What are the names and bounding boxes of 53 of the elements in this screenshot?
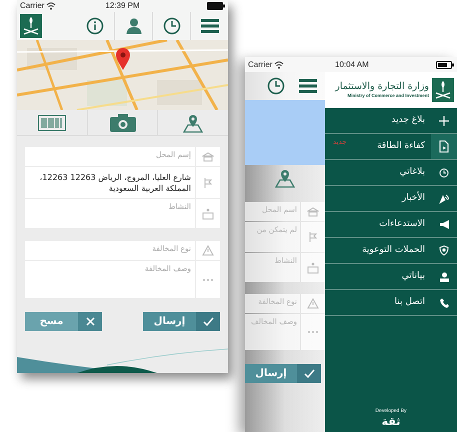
shop-icon [202, 152, 214, 162]
signal-icon [439, 194, 449, 204]
wifi-icon [274, 60, 284, 68]
map-pin-icon [116, 48, 130, 70]
warning-icon [202, 245, 214, 256]
menu-item[interactable]: الحملات التوعوية [325, 238, 457, 264]
info-icon[interactable] [86, 17, 104, 35]
send-button[interactable]: إرسال [143, 312, 220, 331]
send-button[interactable]: إرسال [245, 364, 321, 383]
battery-icon [436, 60, 454, 68]
signpost-icon [308, 231, 318, 243]
app-title: وزارة التجارة والاستثمار [335, 81, 429, 93]
menu-item[interactable]: اتصل بنا [325, 290, 457, 316]
barcode-icon[interactable] [38, 114, 66, 130]
phone-icon [440, 298, 448, 308]
developer-logo: ثقة [382, 415, 400, 428]
menu-item[interactable]: بلاغاتي [325, 160, 457, 186]
signpost-icon [203, 176, 213, 188]
location-icon[interactable] [274, 168, 296, 188]
more-icon [202, 278, 214, 282]
more-icon [307, 330, 319, 334]
menu-item[interactable]: الاستدعاءات [325, 212, 457, 238]
user-icon [440, 272, 448, 282]
emblem-logo [432, 78, 454, 102]
check-icon [202, 317, 214, 326]
input-field[interactable]: شارع العليا، المروج، الرياض 12263 12263، المملكة العربية السعودية [25, 167, 195, 198]
menu-item[interactable]: بياناتي [325, 264, 457, 290]
warning-icon [307, 298, 319, 309]
carrier-label: Carrier [248, 60, 272, 68]
megaphone-icon [438, 220, 450, 229]
battery-icon [207, 2, 225, 10]
carrier-label: Carrier [20, 2, 44, 10]
clock-icon [439, 168, 449, 178]
profile-icon[interactable] [124, 17, 142, 35]
document-icon [439, 140, 449, 153]
activity-icon [202, 208, 214, 220]
close-icon [86, 317, 94, 326]
shop-icon [307, 206, 319, 216]
menu-item[interactable]: الأخبار [325, 186, 457, 212]
history-icon[interactable] [267, 77, 285, 95]
plus-icon [439, 116, 449, 126]
menu-icon[interactable] [200, 18, 218, 34]
location-icon[interactable] [182, 112, 204, 132]
activity-icon [307, 262, 319, 274]
clear-button[interactable]: مسح [25, 312, 102, 331]
history-icon[interactable] [162, 17, 180, 35]
time-label: 10:04 AM [335, 60, 369, 68]
wifi-icon [46, 2, 56, 10]
time-label: 12:39 PM [105, 2, 140, 10]
check-icon [304, 369, 314, 378]
camera-icon[interactable] [110, 114, 136, 132]
menu-icon[interactable] [299, 78, 317, 94]
shield-icon [439, 245, 449, 256]
